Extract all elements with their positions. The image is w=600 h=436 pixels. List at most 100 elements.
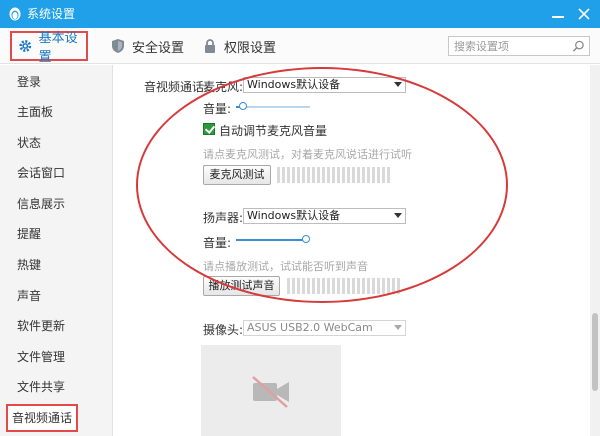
meter-segment <box>307 278 310 294</box>
window-title: 系统设置 <box>27 7 76 21</box>
sidebar-item-info-display[interactable]: 信息展示 <box>0 189 113 219</box>
meter-segment <box>282 167 285 183</box>
mic-level-meter <box>277 167 390 183</box>
content-scrollbar[interactable] <box>590 65 600 436</box>
sidebar-item-status[interactable]: 状态 <box>0 128 113 158</box>
av-section-label: 音视频通话: <box>144 80 209 94</box>
meter-segment <box>372 278 375 294</box>
meter-segment <box>372 167 375 183</box>
meter-segment <box>327 278 330 294</box>
mic-test-hint: 请点麦克风测试，对着麦克风说话进行试听 <box>203 148 412 161</box>
speaker-test-hint: 请点播放测试，试试能否听到声音 <box>203 260 368 273</box>
settings-search-box[interactable] <box>448 36 590 56</box>
search-icon[interactable] <box>572 40 585 53</box>
speaker-volume-fill <box>236 239 306 241</box>
tab-label: 权限设置 <box>224 40 277 56</box>
sidebar-item-hotkeys[interactable]: 热键 <box>0 250 113 280</box>
sidebar-item-file-sharing[interactable]: 文件共享 <box>0 372 113 402</box>
speaker-device-value: Windows默认设备 <box>247 209 341 222</box>
mic-test-button[interactable]: 麦克风测试 <box>203 165 271 185</box>
meter-segment <box>297 167 300 183</box>
meter-segment <box>397 278 400 294</box>
app-logo-icon <box>9 7 21 21</box>
meter-segment <box>287 278 290 294</box>
meter-segment <box>302 278 305 294</box>
scrollbar-thumb[interactable] <box>592 313 598 391</box>
chevron-down-icon <box>394 325 402 330</box>
meter-segment <box>337 167 340 183</box>
settings-tab-bar: 基本设置 安全设置 权限设置 <box>0 28 600 65</box>
sidebar-item-file-management[interactable]: 文件管理 <box>0 342 113 372</box>
meter-segment <box>287 167 290 183</box>
meter-segment <box>367 278 370 294</box>
meter-segment <box>317 167 320 183</box>
sidebar-item-sound[interactable]: 声音 <box>0 281 113 311</box>
meter-segment <box>332 278 335 294</box>
meter-segment <box>342 278 345 294</box>
meter-segment <box>382 167 385 183</box>
speaker-volume-slider[interactable] <box>236 239 306 241</box>
meter-segment <box>387 278 390 294</box>
meter-segment <box>322 167 325 183</box>
gear-icon <box>19 40 32 52</box>
meter-segment <box>307 167 310 183</box>
camera-preview <box>201 345 341 436</box>
meter-segment <box>322 278 325 294</box>
meter-segment <box>347 167 350 183</box>
meter-segment <box>277 167 280 183</box>
meter-segment <box>332 167 335 183</box>
settings-sidebar: 登录 主面板 状态 会话窗口 信息展示 提醒 热键 声音 软件更新 文件管理 文… <box>0 65 113 436</box>
meter-segment <box>382 278 385 294</box>
meter-segment <box>357 278 360 294</box>
meter-segment <box>317 278 320 294</box>
meter-segment <box>347 278 350 294</box>
chevron-down-icon <box>394 82 402 87</box>
sidebar-item-reminder[interactable]: 提醒 <box>0 219 113 249</box>
meter-segment <box>302 167 305 183</box>
lock-icon <box>205 39 215 53</box>
sidebar-item-software-update[interactable]: 软件更新 <box>0 311 113 341</box>
meter-segment <box>312 278 315 294</box>
minimize-icon[interactable] <box>551 8 565 20</box>
meter-segment <box>377 167 380 183</box>
close-icon[interactable] <box>576 6 592 22</box>
meter-segment <box>292 278 295 294</box>
tab-security-settings[interactable]: 安全设置 <box>110 34 184 58</box>
auto-adjust-mic-checkbox[interactable] <box>203 123 215 135</box>
chevron-down-icon <box>394 213 402 218</box>
meter-segment <box>367 167 370 183</box>
shield-icon <box>112 39 124 53</box>
tab-label: 安全设置 <box>132 40 185 56</box>
meter-segment <box>327 167 330 183</box>
sidebar-item-main-panel[interactable]: 主面板 <box>0 97 113 127</box>
speaker-test-button[interactable]: 播放测试声音 <box>203 276 280 296</box>
auto-adjust-mic-label: 自动调节麦克风音量 <box>219 124 328 138</box>
mic-label: 麦克风: <box>203 80 244 94</box>
meter-segment <box>362 278 365 294</box>
meter-segment <box>337 278 340 294</box>
speaker-device-select[interactable]: Windows默认设备 <box>243 208 406 224</box>
settings-content-panel <box>113 65 590 436</box>
sidebar-item-login[interactable]: 登录 <box>0 67 113 97</box>
speaker-level-meter <box>287 278 400 294</box>
tab-basic-settings[interactable]: 基本设置 <box>10 31 88 65</box>
mic-volume-label: 音量: <box>203 102 232 116</box>
camera-device-select[interactable]: ASUS USB2.0 WebCam <box>243 320 406 336</box>
meter-segment <box>342 167 345 183</box>
meter-segment <box>292 167 295 183</box>
mic-volume-slider[interactable] <box>236 106 310 108</box>
title-bar: 系统设置 <box>0 0 600 28</box>
sidebar-item-chat-window[interactable]: 会话窗口 <box>0 158 113 188</box>
meter-segment <box>352 167 355 183</box>
meter-segment <box>352 278 355 294</box>
meter-segment <box>312 167 315 183</box>
speaker-volume-thumb[interactable] <box>302 235 310 243</box>
meter-segment <box>362 167 365 183</box>
search-input[interactable] <box>449 37 567 55</box>
mic-device-value: Windows默认设备 <box>247 78 341 91</box>
meter-segment <box>392 278 395 294</box>
tab-permission-settings[interactable]: 权限设置 <box>202 34 276 58</box>
mic-device-select[interactable]: Windows默认设备 <box>243 77 406 93</box>
sidebar-item-av-call[interactable]: 音视频通话 <box>6 404 78 432</box>
speaker-label: 扬声器: <box>203 211 244 225</box>
